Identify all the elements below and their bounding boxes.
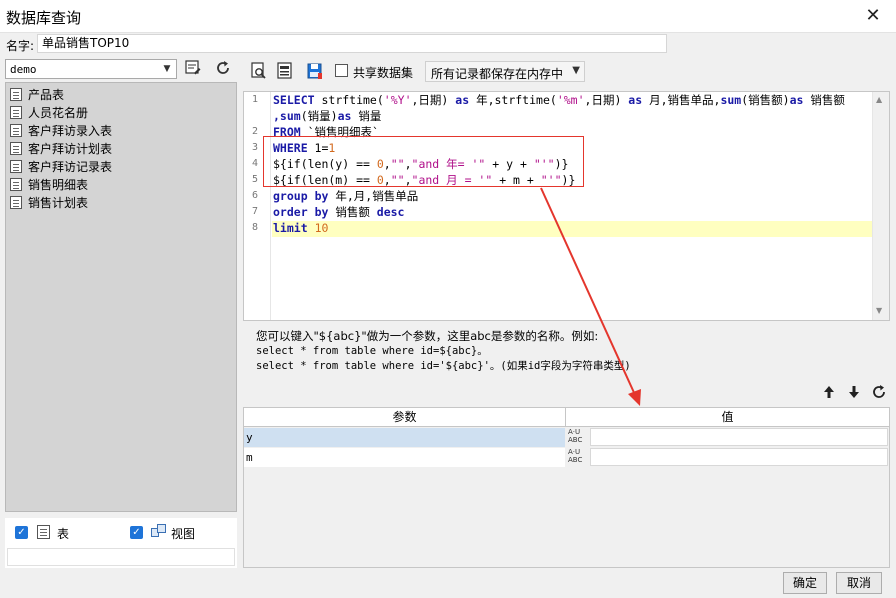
storage-mode-select[interactable]: 所有记录都保存在内存中 ▼: [425, 61, 585, 82]
sql-button[interactable]: [275, 61, 295, 81]
cancel-button[interactable]: 取消: [836, 572, 882, 594]
list-item[interactable]: 产品表: [10, 85, 64, 103]
param-name: y: [246, 431, 253, 444]
show-tables-label: 表: [57, 527, 70, 541]
database-select[interactable]: demo ▼: [5, 59, 177, 79]
arrow-down-icon: [849, 386, 859, 398]
ok-button[interactable]: 确定: [783, 572, 827, 594]
table-list: 产品表 人员花名册 客户拜访录入表 客户拜访计划表 客户拜访记录表 销售明细表 …: [5, 82, 237, 512]
parameter-table: 参数 值 y A·U ABC m A·U ABC: [243, 407, 890, 568]
type-toggle-icon[interactable]: A·U ABC: [568, 428, 588, 447]
sql-editor[interactable]: 1 2 3 4 5 6 7 8 SELECT strftime('%Y',日期)…: [243, 91, 890, 321]
chevron-down-icon: ▼: [163, 64, 171, 74]
refresh-params-button[interactable]: [870, 384, 888, 402]
name-row: 名字: 单品销售TOP10: [0, 33, 896, 55]
table-icon: [10, 123, 22, 137]
title-bar: 数据库查询 ✕: [0, 0, 896, 33]
current-line-highlight: [272, 221, 873, 237]
share-dataset-label: 共享数据集: [353, 66, 414, 80]
save-query-button[interactable]: [305, 61, 325, 81]
table-name: 销售明细表: [28, 177, 89, 192]
sql-icon: [277, 62, 292, 79]
column-header-name: 参数: [244, 408, 566, 427]
code-line-1-wrap: ,sum(销量)as 销量: [273, 109, 382, 123]
table-name: 销售计划表: [28, 195, 89, 210]
table-icon: [10, 141, 22, 155]
table-name: 客户拜访计划表: [28, 141, 113, 156]
scroll-down-icon[interactable]: ▼: [876, 306, 882, 315]
refresh-icon: [873, 385, 885, 398]
name-label: 名字:: [6, 39, 35, 53]
annotation-highlight-box: [263, 136, 584, 187]
table-row[interactable]: y: [244, 428, 565, 447]
table-icon: [10, 195, 22, 209]
code-line-6: group by 年,月,销售单品: [273, 189, 419, 203]
view-icon: [151, 524, 167, 538]
object-filter: ✓ 表 ✓ 视图: [5, 518, 237, 568]
left-panel: demo ▼ 产品表 人员花名册 客户拜访录入表 客户拜访计划表 客户拜访记录表…: [5, 58, 237, 568]
type-toggle-icon[interactable]: A·U ABC: [568, 448, 588, 467]
show-tables-checkbox[interactable]: ✓: [15, 526, 28, 539]
name-input[interactable]: 单品销售TOP10: [37, 34, 667, 53]
table-icon: [10, 159, 22, 173]
refresh-icon: [217, 61, 229, 74]
table-icon: [37, 525, 50, 539]
table-icon: [10, 177, 22, 191]
param-value-input[interactable]: [590, 448, 888, 466]
table-name: 客户拜访录入表: [28, 123, 113, 138]
window-title: 数据库查询: [6, 9, 82, 27]
database-select-value: demo: [10, 63, 37, 76]
list-item[interactable]: 人员花名册: [10, 103, 88, 121]
dialog-footer: 确定 取消: [0, 568, 896, 598]
table-icon: [10, 87, 22, 101]
table-icon: [10, 105, 22, 119]
edit-db-icon: [185, 60, 201, 75]
code-line-7: order by 销售额 desc: [273, 205, 405, 219]
table-name: 产品表: [28, 87, 65, 102]
table-name: 人员花名册: [28, 105, 89, 120]
query-toolbar: 共享数据集 所有记录都保存在内存中 ▼: [243, 59, 893, 85]
line-number: 7: [251, 206, 259, 217]
scroll-up-icon[interactable]: ▲: [876, 95, 882, 104]
close-button[interactable]: ✕: [862, 4, 884, 28]
preview-button[interactable]: [249, 61, 269, 81]
list-item[interactable]: 销售计划表: [10, 193, 88, 211]
code-line-8: limit 10: [273, 221, 329, 235]
hint-line-3: select * from table where id='${abc}'。(如…: [256, 360, 631, 372]
line-gutter: 1 2 3 4 5 6 7 8: [244, 92, 271, 320]
move-down-button[interactable]: [845, 384, 863, 402]
hint-line-2: select * from table where id=${abc}。: [256, 345, 488, 357]
show-views-label: 视图: [171, 527, 196, 541]
chevron-down-icon: ▼: [572, 65, 580, 76]
line-number: 8: [251, 222, 259, 233]
table-name: 客户拜访记录表: [28, 159, 113, 174]
table-row[interactable]: m: [244, 448, 565, 467]
refresh-button[interactable]: [212, 59, 234, 79]
column-header-value: 值: [566, 408, 889, 427]
parameter-hint: 您可以键入"${abc}"做为一个参数，这里abc是参数的名称。例如: sele…: [256, 329, 631, 374]
list-item[interactable]: 客户拜访录入表: [10, 121, 112, 139]
line-number: 1: [251, 94, 259, 105]
editor-scrollbar[interactable]: ▲ ▼: [872, 92, 889, 320]
param-value-input[interactable]: [590, 428, 888, 446]
share-dataset-checkbox[interactable]: [335, 64, 348, 77]
list-item[interactable]: 销售明细表: [10, 175, 88, 193]
storage-mode-value: 所有记录都保存在内存中: [431, 67, 564, 81]
filter-input[interactable]: [7, 548, 235, 566]
show-views-checkbox[interactable]: ✓: [130, 526, 143, 539]
list-item[interactable]: 客户拜访计划表: [10, 139, 112, 157]
line-number: 6: [251, 190, 259, 201]
code-line-1: SELECT strftime('%Y',日期) as 年,strftime('…: [273, 93, 845, 107]
move-up-button[interactable]: [820, 384, 838, 402]
param-name: m: [246, 451, 253, 464]
edit-connection-button[interactable]: [182, 59, 204, 79]
hint-line-1: 您可以键入"${abc}"做为一个参数，这里abc是参数的名称。例如:: [256, 329, 599, 343]
arrow-up-icon: [824, 386, 834, 398]
list-item[interactable]: 客户拜访记录表: [10, 157, 112, 175]
preview-icon: [251, 62, 266, 79]
save-icon: [307, 63, 322, 79]
